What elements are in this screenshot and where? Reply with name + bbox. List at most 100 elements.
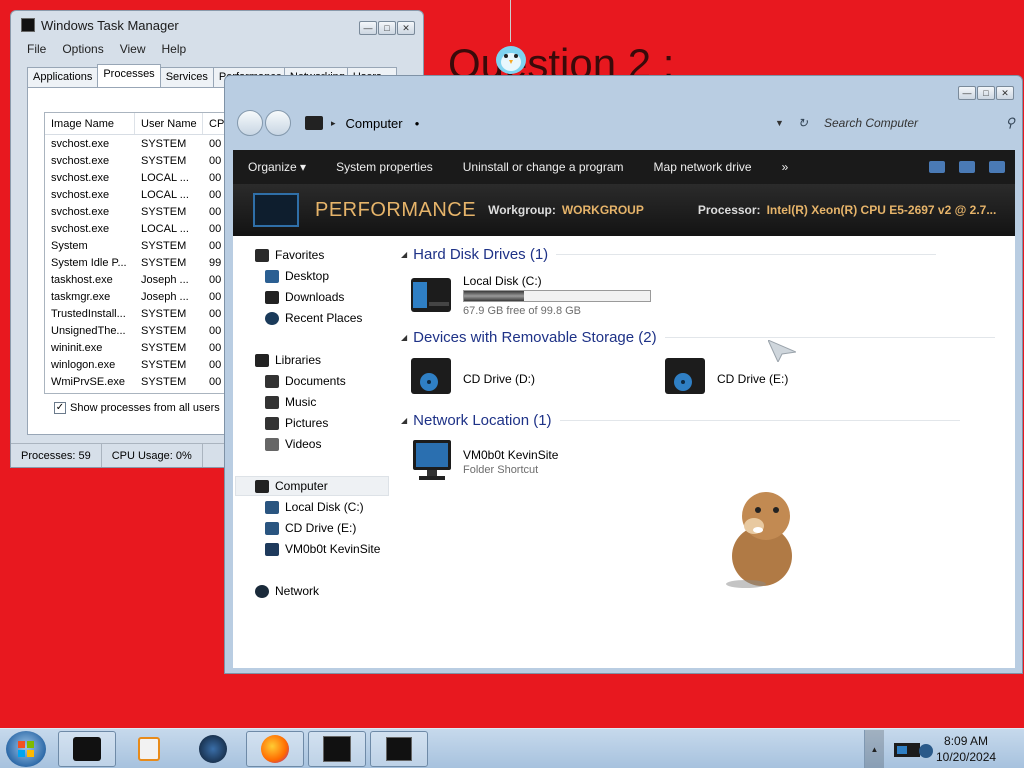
system-properties-button[interactable]: System properties	[321, 160, 448, 174]
status-process-count: Processes: 59	[11, 444, 102, 467]
window-controls: — □ ✕	[359, 21, 415, 35]
nav-local-disk[interactable]: Local Disk (C:)	[265, 500, 364, 514]
breadcrumb-dot-icon[interactable]: ●	[415, 119, 420, 128]
back-button[interactable]	[237, 110, 263, 136]
nav-music[interactable]: Music	[265, 395, 316, 409]
tab-applications[interactable]: Applications	[27, 67, 99, 87]
nav-network[interactable]: Network	[255, 584, 319, 598]
taskbar-browser-button[interactable]	[184, 731, 242, 767]
network-status-icon[interactable]	[892, 739, 934, 759]
nav-computer[interactable]: Computer	[255, 479, 328, 493]
minimize-button[interactable]: —	[359, 21, 377, 35]
hard-drive-icon[interactable]	[409, 272, 455, 316]
cd-drive-icon[interactable]	[409, 354, 455, 398]
change-view-icon[interactable]	[929, 161, 945, 173]
cd-drive-d-name[interactable]: CD Drive (D:)	[463, 372, 535, 386]
search-icon[interactable]: ⚲	[1005, 115, 1015, 131]
column-user-name[interactable]: User Name	[135, 113, 203, 134]
taskbar-explorer-button[interactable]	[58, 731, 116, 767]
task-manager-icon	[323, 736, 351, 762]
uninstall-program-button[interactable]: Uninstall or change a program	[448, 160, 639, 174]
group-divider	[556, 254, 937, 255]
process-image-name: svchost.exe	[51, 137, 110, 150]
minimize-button[interactable]: —	[958, 86, 976, 100]
nav-downloads[interactable]: Downloads	[265, 290, 344, 304]
nav-label: Music	[285, 395, 317, 409]
media-player-icon	[138, 737, 160, 761]
column-image-name[interactable]: Image Name	[45, 113, 135, 134]
process-image-name: svchost.exe	[51, 222, 110, 235]
search-input[interactable]: Search Computer	[824, 116, 1005, 130]
show-hidden-icons-button[interactable]: ▲	[864, 730, 884, 768]
tab-processes[interactable]: Processes	[97, 64, 161, 87]
address-dropdown-icon[interactable]: ▼	[775, 118, 784, 128]
collapse-arrow-icon[interactable]: ◢	[401, 416, 407, 425]
process-image-name: WmiPrvSE.exe	[51, 375, 125, 388]
taskbar-task-manager-button[interactable]	[308, 731, 366, 767]
process-user-name: Joseph ...	[141, 273, 189, 286]
process-image-name: wininit.exe	[51, 341, 103, 354]
process-image-name: winlogon.exe	[51, 358, 116, 371]
address-bar[interactable]: ▸ Computer ●	[305, 109, 725, 137]
nav-pictures[interactable]: Pictures	[265, 416, 328, 430]
show-all-processes-checkbox[interactable]: ✓	[54, 402, 66, 414]
hamster-mascot-icon	[726, 492, 792, 588]
local-disk-name[interactable]: Local Disk (C:)	[463, 274, 542, 288]
show-all-processes-option[interactable]: ✓ Show processes from all users	[54, 402, 220, 414]
taskbar-media-player-button[interactable]	[120, 731, 178, 767]
explorer-body: Favorites Desktop Downloads Recent Place…	[233, 236, 1015, 668]
menu-file[interactable]: File	[27, 42, 46, 56]
close-button[interactable]: ✕	[397, 21, 415, 35]
more-commands-button[interactable]: »	[767, 160, 804, 174]
nav-documents[interactable]: Documents	[265, 374, 346, 388]
nav-label: Computer	[275, 479, 328, 493]
process-user-name: SYSTEM	[141, 256, 187, 269]
computer-icon	[255, 479, 269, 493]
menu-help[interactable]: Help	[162, 42, 187, 56]
tab-services[interactable]: Services	[159, 67, 214, 87]
start-button[interactable]	[6, 731, 46, 767]
clock[interactable]: 8:09 AM 10/20/2024	[936, 733, 996, 765]
collapse-arrow-icon[interactable]: ◢	[401, 333, 407, 342]
music-icon	[265, 395, 279, 409]
menu-options[interactable]: Options	[62, 42, 103, 56]
menu-view[interactable]: View	[120, 42, 146, 56]
nav-label: Favorites	[275, 248, 325, 262]
group-network-location[interactable]: ◢ Network Location (1)	[401, 412, 960, 429]
nav-recent-places[interactable]: Recent Places	[265, 311, 362, 325]
maximize-button[interactable]: □	[378, 21, 396, 35]
taskbar-firefox-button[interactable]	[246, 731, 304, 767]
group-hard-disk-drives[interactable]: ◢ Hard Disk Drives (1)	[401, 246, 937, 263]
maximize-button[interactable]: □	[977, 86, 995, 100]
cd-drive-e-name[interactable]: CD Drive (E:)	[717, 372, 788, 386]
explorer-window[interactable]: — □ ✕ ▸ Computer ● ▼ ↻ Search Computer ⚲…	[224, 75, 1023, 674]
refresh-icon[interactable]: ↻	[798, 116, 808, 130]
nav-cd-drive[interactable]: CD Drive (E:)	[265, 521, 356, 535]
network-location-name[interactable]: VM0b0t KevinSite	[463, 448, 558, 462]
nav-videos[interactable]: Videos	[265, 437, 321, 451]
nav-vm-site[interactable]: VM0b0t KevinSite	[265, 542, 380, 556]
cd-drive-icon[interactable]	[663, 354, 709, 398]
group-removable-storage[interactable]: ◢ Devices with Removable Storage (2)	[401, 329, 995, 346]
taskbar-notepad-button[interactable]	[370, 731, 428, 767]
close-button[interactable]: ✕	[996, 86, 1014, 100]
nav-libraries[interactable]: Libraries	[255, 353, 321, 367]
nav-favorites[interactable]: Favorites	[255, 248, 324, 262]
forward-button[interactable]	[265, 110, 291, 136]
map-network-drive-button[interactable]: Map network drive	[639, 160, 767, 174]
breadcrumb-computer[interactable]: Computer	[346, 116, 403, 131]
preview-pane-icon[interactable]	[959, 161, 975, 173]
pictures-icon	[265, 416, 279, 430]
nav-desktop[interactable]: Desktop	[265, 269, 329, 283]
help-icon[interactable]	[989, 161, 1005, 173]
process-user-name: Joseph ...	[141, 290, 189, 303]
explorer-titlebar[interactable]: — □ ✕ ▸ Computer ● ▼ ↻ Search Computer ⚲	[225, 76, 1022, 150]
network-folder-icon[interactable]	[409, 438, 455, 482]
collapse-arrow-icon[interactable]: ◢	[401, 250, 407, 259]
process-user-name: SYSTEM	[141, 154, 187, 167]
nav-label: Desktop	[285, 269, 330, 283]
breadcrumb-arrow-icon[interactable]: ▸	[331, 118, 336, 129]
navigation-pane: Favorites Desktop Downloads Recent Place…	[233, 236, 395, 668]
organize-button[interactable]: Organize ▾	[233, 160, 321, 174]
network-location-type: Folder Shortcut	[463, 464, 539, 476]
